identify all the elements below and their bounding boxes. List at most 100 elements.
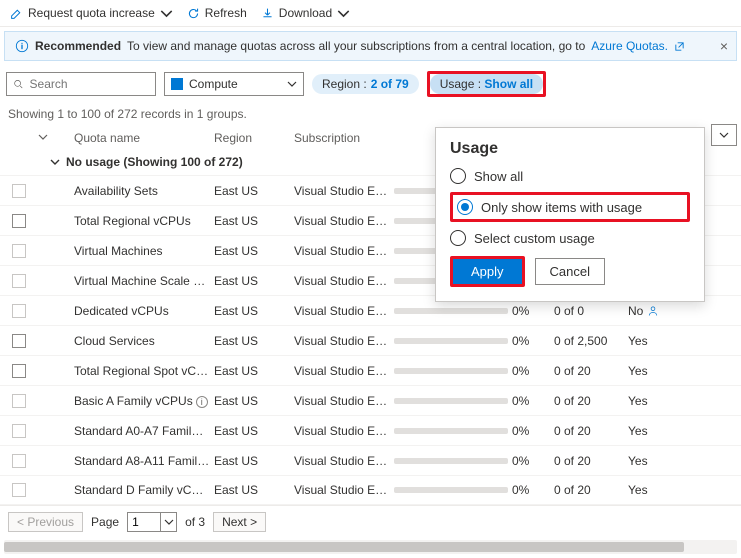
info-icon[interactable]: i [196, 396, 208, 408]
quota-name-cell: Virtual Machines [72, 244, 212, 258]
row-checkbox[interactable] [12, 274, 26, 288]
quota-name-cell: Total Regional vCPUs [72, 214, 212, 228]
table-row[interactable]: Standard A8-A11 Family …i East US Visual… [0, 445, 741, 475]
region-cell: East US [212, 483, 292, 497]
usage-filter-pill[interactable]: Usage : Show all [430, 74, 543, 94]
row-checkbox[interactable] [12, 454, 26, 468]
request-quota-increase-button[interactable]: Request quota increase [10, 6, 173, 20]
usage-bar [394, 487, 508, 493]
refresh-button[interactable]: Refresh [187, 6, 247, 20]
table-row[interactable]: Basic A Family vCPUsi East US Visual Stu… [0, 385, 741, 415]
usage-pill-value: Show all [484, 77, 533, 91]
quota-name-cell: Standard A8-A11 Family …i [72, 454, 212, 468]
subscription-cell: Visual Studio En... [292, 424, 392, 438]
quota-limit-cell: 0 of 0 [552, 304, 626, 318]
quota-name-cell: Cloud Services [72, 334, 212, 348]
usage-option-with-usage[interactable]: Only show items with usage [457, 199, 683, 215]
adjustable-cell: Yes [628, 334, 648, 348]
highlight-apply: Apply [450, 256, 525, 287]
quota-limit-cell: 0 of 20 [552, 454, 626, 468]
scrollbar-thumb[interactable] [4, 542, 684, 552]
col-quota-name[interactable]: Quota name [72, 131, 212, 145]
download-icon [261, 7, 274, 20]
usage-percent-cell: 0% [510, 483, 552, 497]
refresh-icon [187, 7, 200, 20]
usage-percent-cell: 0% [510, 454, 552, 468]
table-row[interactable]: Standard A0-A7 Famil…i East US Visual St… [0, 415, 741, 445]
usage-option-custom-label: Select custom usage [474, 231, 595, 246]
quota-name-cell: Basic A Family vCPUsi [72, 394, 212, 408]
column-options-dropdown[interactable] [711, 124, 737, 146]
table-row[interactable]: Standard D Family vC…i East US Visual St… [0, 475, 741, 505]
expand-column[interactable] [36, 131, 72, 145]
adjustable-cell: Yes [628, 364, 648, 378]
quota-name-cell: Availability Sets [72, 184, 212, 198]
usage-pill-key: Usage : [440, 77, 485, 91]
col-region[interactable]: Region [212, 131, 292, 145]
search-input[interactable] [30, 77, 149, 91]
subscription-cell: Visual Studio En... [292, 244, 392, 258]
radio-icon [450, 230, 466, 246]
chevron-down-icon [50, 157, 60, 167]
table-row[interactable]: Total Regional Spot vCPUs East US Visual… [0, 355, 741, 385]
region-pill-key: Region : [322, 77, 367, 91]
quota-name-cell: Total Regional Spot vCPUs [72, 364, 212, 378]
usage-option-show-all[interactable]: Show all [450, 168, 690, 184]
chevron-down-icon [719, 130, 729, 140]
usage-bar [394, 428, 508, 434]
region-cell: East US [212, 274, 292, 288]
search-input-wrapper[interactable] [6, 72, 156, 96]
quota-table: Quota name Region Subscription Adjustabl… [0, 127, 741, 505]
row-checkbox[interactable] [12, 214, 26, 228]
horizontal-scrollbar[interactable] [4, 540, 737, 554]
recommendation-text: To view and manage quotas across all you… [127, 39, 585, 53]
subscription-cell: Visual Studio En... [292, 334, 392, 348]
chevron-down-icon [337, 7, 350, 20]
previous-page-button[interactable]: < Previous [8, 512, 83, 532]
row-checkbox[interactable] [12, 244, 26, 258]
request-quota-increase-label: Request quota increase [28, 6, 155, 20]
azure-quotas-link[interactable]: Azure Quotas. [591, 39, 668, 53]
row-checkbox[interactable] [12, 394, 26, 408]
row-checkbox[interactable] [12, 184, 26, 198]
col-subscription[interactable]: Subscription [292, 131, 392, 145]
region-cell: East US [212, 184, 292, 198]
row-checkbox[interactable] [12, 334, 26, 348]
usage-bar [394, 458, 508, 464]
usage-bar [394, 338, 508, 344]
recommendation-banner: Recommended To view and manage quotas ac… [4, 31, 737, 61]
page-number-input[interactable] [127, 512, 161, 532]
page-label: Page [91, 515, 119, 529]
usage-option-show-all-label: Show all [474, 169, 523, 184]
region-filter-pill[interactable]: Region : 2 of 79 [312, 74, 419, 94]
usage-bar [394, 308, 508, 314]
filters-row: Compute Region : 2 of 79 Usage : Show al… [0, 65, 741, 103]
quota-limit-cell: 0 of 20 [552, 424, 626, 438]
page-dropdown[interactable] [161, 512, 177, 532]
usage-option-custom[interactable]: Select custom usage [450, 230, 690, 246]
region-cell: East US [212, 454, 292, 468]
region-cell: East US [212, 304, 292, 318]
quota-name-cell: Virtual Machine Scale Sets [72, 274, 212, 288]
apply-button[interactable]: Apply [453, 259, 522, 284]
highlight-usage-option: Only show items with usage [450, 192, 690, 222]
row-checkbox[interactable] [12, 483, 26, 497]
provider-dropdown[interactable]: Compute [164, 72, 304, 96]
row-checkbox[interactable] [12, 304, 26, 318]
subscription-cell: Visual Studio En... [292, 214, 392, 228]
close-banner-button[interactable]: × [720, 38, 728, 54]
adjustable-cell: Yes [628, 424, 648, 438]
compute-icon [171, 78, 183, 90]
subscription-cell: Visual Studio En... [292, 483, 392, 497]
next-page-button[interactable]: Next > [213, 512, 266, 532]
records-summary: Showing 1 to 100 of 272 records in 1 gro… [0, 103, 741, 127]
table-row[interactable]: Cloud Services East US Visual Studio En.… [0, 325, 741, 355]
quota-limit-cell: 0 of 2,500 [552, 334, 626, 348]
subscription-cell: Visual Studio En... [292, 364, 392, 378]
row-checkbox[interactable] [12, 364, 26, 378]
download-button[interactable]: Download [261, 6, 350, 20]
cancel-button[interactable]: Cancel [535, 258, 605, 285]
command-bar: Request quota increase Refresh Download [0, 0, 741, 27]
highlight-usage-pill: Usage : Show all [427, 71, 546, 97]
row-checkbox[interactable] [12, 424, 26, 438]
